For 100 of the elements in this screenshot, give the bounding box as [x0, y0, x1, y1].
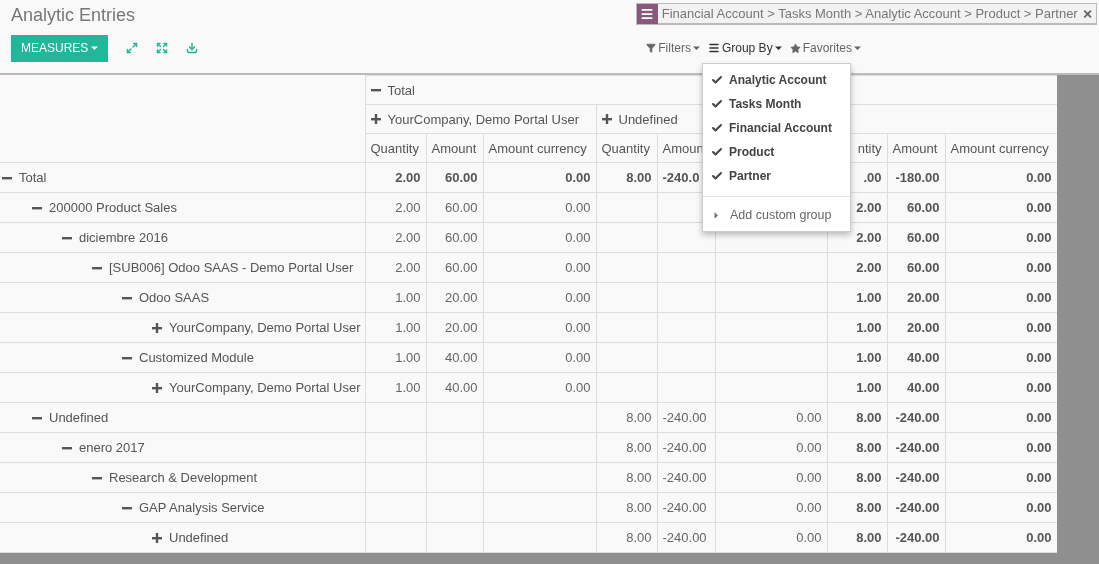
caret-icon: [91, 45, 99, 51]
caret-icon: [713, 212, 720, 218]
table-cell: 0.00: [565, 320, 591, 335]
table-cell: -240.00: [662, 410, 707, 425]
table-cell: -240.0: [662, 170, 700, 185]
table-cell: -240.00: [662, 470, 707, 485]
table-cell: 60.00: [906, 200, 940, 215]
table-cell: 0.00: [796, 500, 822, 515]
menu-icon: [707, 42, 720, 54]
measure-header: ntity: [857, 140, 882, 156]
table-cell: 0.00: [1026, 530, 1052, 545]
table-cell: 20.00: [906, 320, 940, 335]
caret-icon: [854, 45, 861, 51]
column-header[interactable]: Undefined: [601, 111, 678, 127]
table-cell: 20.00: [444, 320, 478, 335]
plus-icon: [152, 532, 162, 543]
table-cell: 1.00: [395, 350, 421, 365]
table-cell: 2.00: [395, 200, 421, 215]
table-cell: 1.00: [395, 380, 421, 395]
table-cell: .00: [863, 170, 882, 185]
table-cell: 0.00: [796, 470, 822, 485]
table-cell: -240.00: [662, 530, 707, 545]
table-cell: 2.00: [395, 170, 421, 185]
dropdown-item[interactable]: Analytic Account: [703, 68, 850, 92]
dropdown-item[interactable]: Financial Account: [703, 116, 850, 140]
plus-icon: [152, 382, 162, 393]
row-header[interactable]: Undefined: [0, 410, 109, 425]
table-cell: 1.00: [395, 320, 421, 335]
table-cell: 0.00: [565, 230, 591, 245]
table-cell: 8.00: [856, 500, 882, 515]
search-menu-button[interactable]: Group By: [707, 41, 782, 55]
table-cell: 0.00: [796, 440, 822, 455]
page-title: Analytic Entries: [11, 4, 136, 26]
search-menu-button[interactable]: Favorites: [789, 41, 861, 55]
measure-header: Amount: [431, 140, 477, 156]
table-cell: -240.00: [895, 470, 940, 485]
menu-icon: [637, 3, 658, 24]
caret-icon: [692, 45, 700, 51]
measure-header: Quantity: [601, 140, 650, 156]
table-cell: 60.00: [444, 230, 478, 245]
table-cell: 40.00: [906, 380, 940, 395]
table-cell: 8.00: [626, 170, 652, 185]
table-cell: -240.00: [662, 500, 707, 515]
check-icon: [711, 146, 723, 158]
table-cell: 8.00: [626, 500, 652, 515]
check-icon: [711, 170, 723, 182]
table-cell: -240.00: [662, 440, 707, 455]
plus-icon: [601, 114, 612, 124]
table-cell: 2.00: [856, 260, 882, 275]
table-cell: 60.00: [444, 200, 478, 215]
search-field[interactable]: Financial Account > Tasks Month > Analytic Account > Product > Partner: [636, 3, 1097, 25]
table-cell: 2.00: [395, 260, 421, 275]
table-cell: 8.00: [626, 440, 652, 455]
plus-icon: [370, 114, 381, 124]
search-facet: Financial Account > Tasks Month > Analytic Account > Product > Partner: [660, 6, 1079, 21]
measure-header: Amount: [892, 140, 938, 156]
table-cell: 0.00: [565, 350, 591, 365]
table-cell: 0.00: [1026, 440, 1052, 455]
table-cell: 0.00: [796, 410, 822, 425]
table-cell: -180.00: [895, 170, 940, 185]
row-header[interactable]: Total: [0, 170, 47, 185]
table-cell: 0.00: [565, 290, 591, 305]
dropdown-item[interactable]: Tasks Month: [703, 92, 850, 116]
search-menu-button[interactable]: Filters: [646, 41, 700, 55]
table-cell: 0.00: [1026, 380, 1052, 395]
table-cell: 40.00: [444, 380, 478, 395]
dropdown-item[interactable]: Partner: [703, 164, 850, 188]
check-icon: [711, 98, 723, 110]
table-cell: 1.00: [856, 290, 882, 305]
table-cell: 0.00: [1026, 290, 1052, 305]
table-cell: 0.00: [1026, 320, 1052, 335]
table-cell: -240.00: [895, 440, 940, 455]
close-icon[interactable]: [1081, 7, 1093, 20]
check-icon: [711, 122, 723, 134]
table-cell: 60.00: [906, 230, 940, 245]
measure-header: Amount currency: [488, 140, 587, 156]
table-cell: 1.00: [395, 290, 421, 305]
table-cell: -240.00: [895, 530, 940, 545]
table-cell: 60.00: [906, 260, 940, 275]
dropdown-item[interactable]: Add custom group: [703, 203, 850, 227]
table-cell: -240.00: [895, 500, 940, 515]
table-cell: 0.00: [565, 380, 591, 395]
table-cell: -240.00: [895, 410, 940, 425]
table-cell: 8.00: [856, 470, 882, 485]
table-cell: 2.00: [395, 230, 421, 245]
table-cell: 0.00: [796, 530, 822, 545]
column-header[interactable]: Total: [370, 82, 415, 98]
table-cell: 0.00: [1026, 350, 1052, 365]
star-icon: [789, 42, 801, 54]
dropdown-item[interactable]: Product: [703, 140, 850, 164]
table-cell: 8.00: [626, 530, 652, 545]
table-cell: 40.00: [906, 350, 940, 365]
check-icon: [711, 74, 723, 86]
table-cell: 60.00: [444, 260, 478, 275]
table-cell: 8.00: [856, 440, 882, 455]
table-cell: 8.00: [626, 410, 652, 425]
row-header[interactable]: enero 2017: [0, 440, 145, 455]
table-cell: 8.00: [856, 410, 882, 425]
table-cell: 0.00: [1026, 260, 1052, 275]
table-cell: 0.00: [1026, 200, 1052, 215]
